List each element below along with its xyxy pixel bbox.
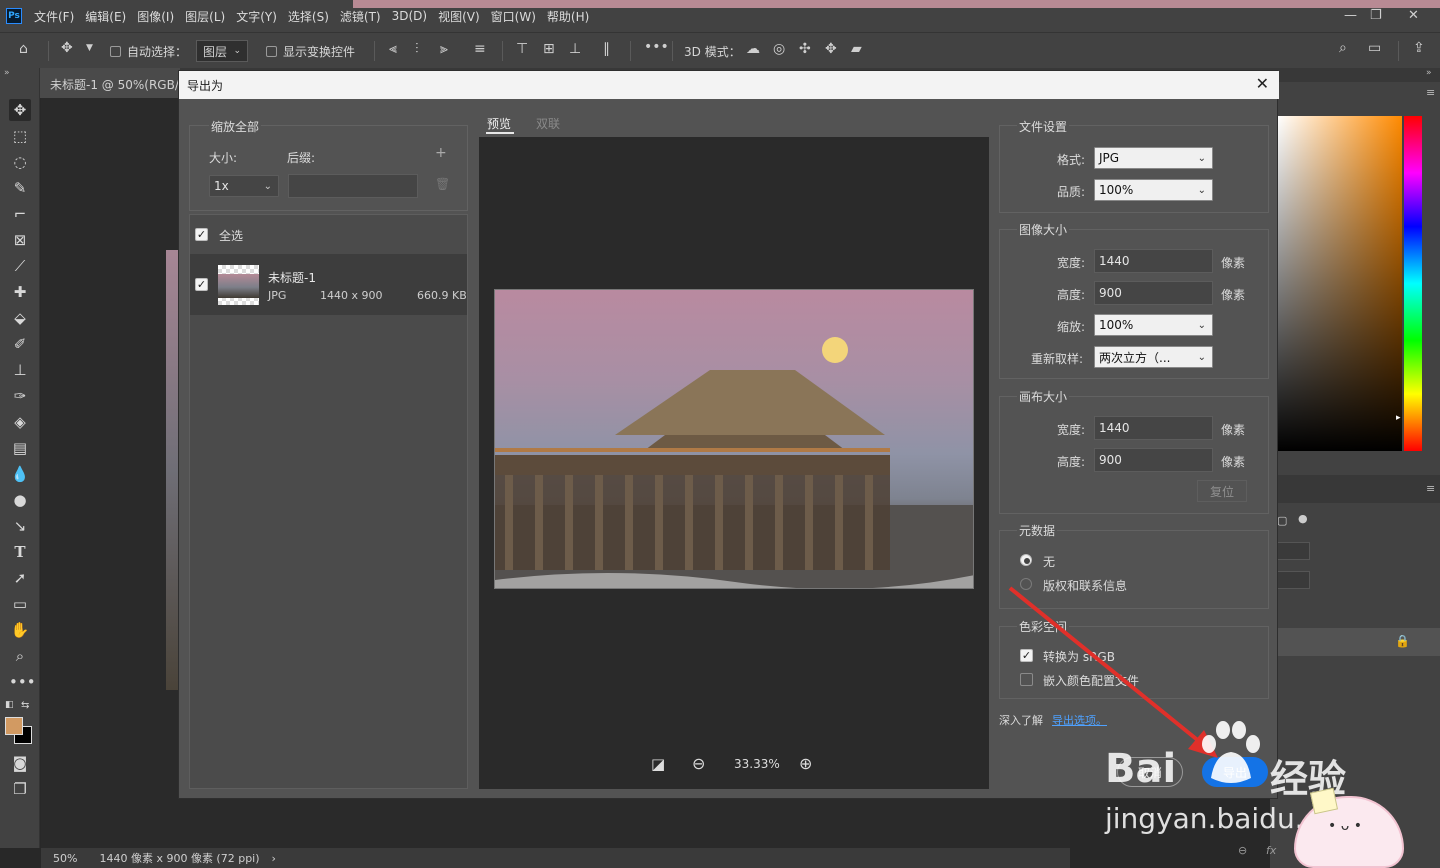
baidu-logo-text: Bai [1105,746,1177,792]
mascot-sticker: • ᴗ • [1292,787,1440,868]
baidu-paw-icon [1202,721,1260,783]
mascot-face: • ᴗ • [1328,818,1362,834]
